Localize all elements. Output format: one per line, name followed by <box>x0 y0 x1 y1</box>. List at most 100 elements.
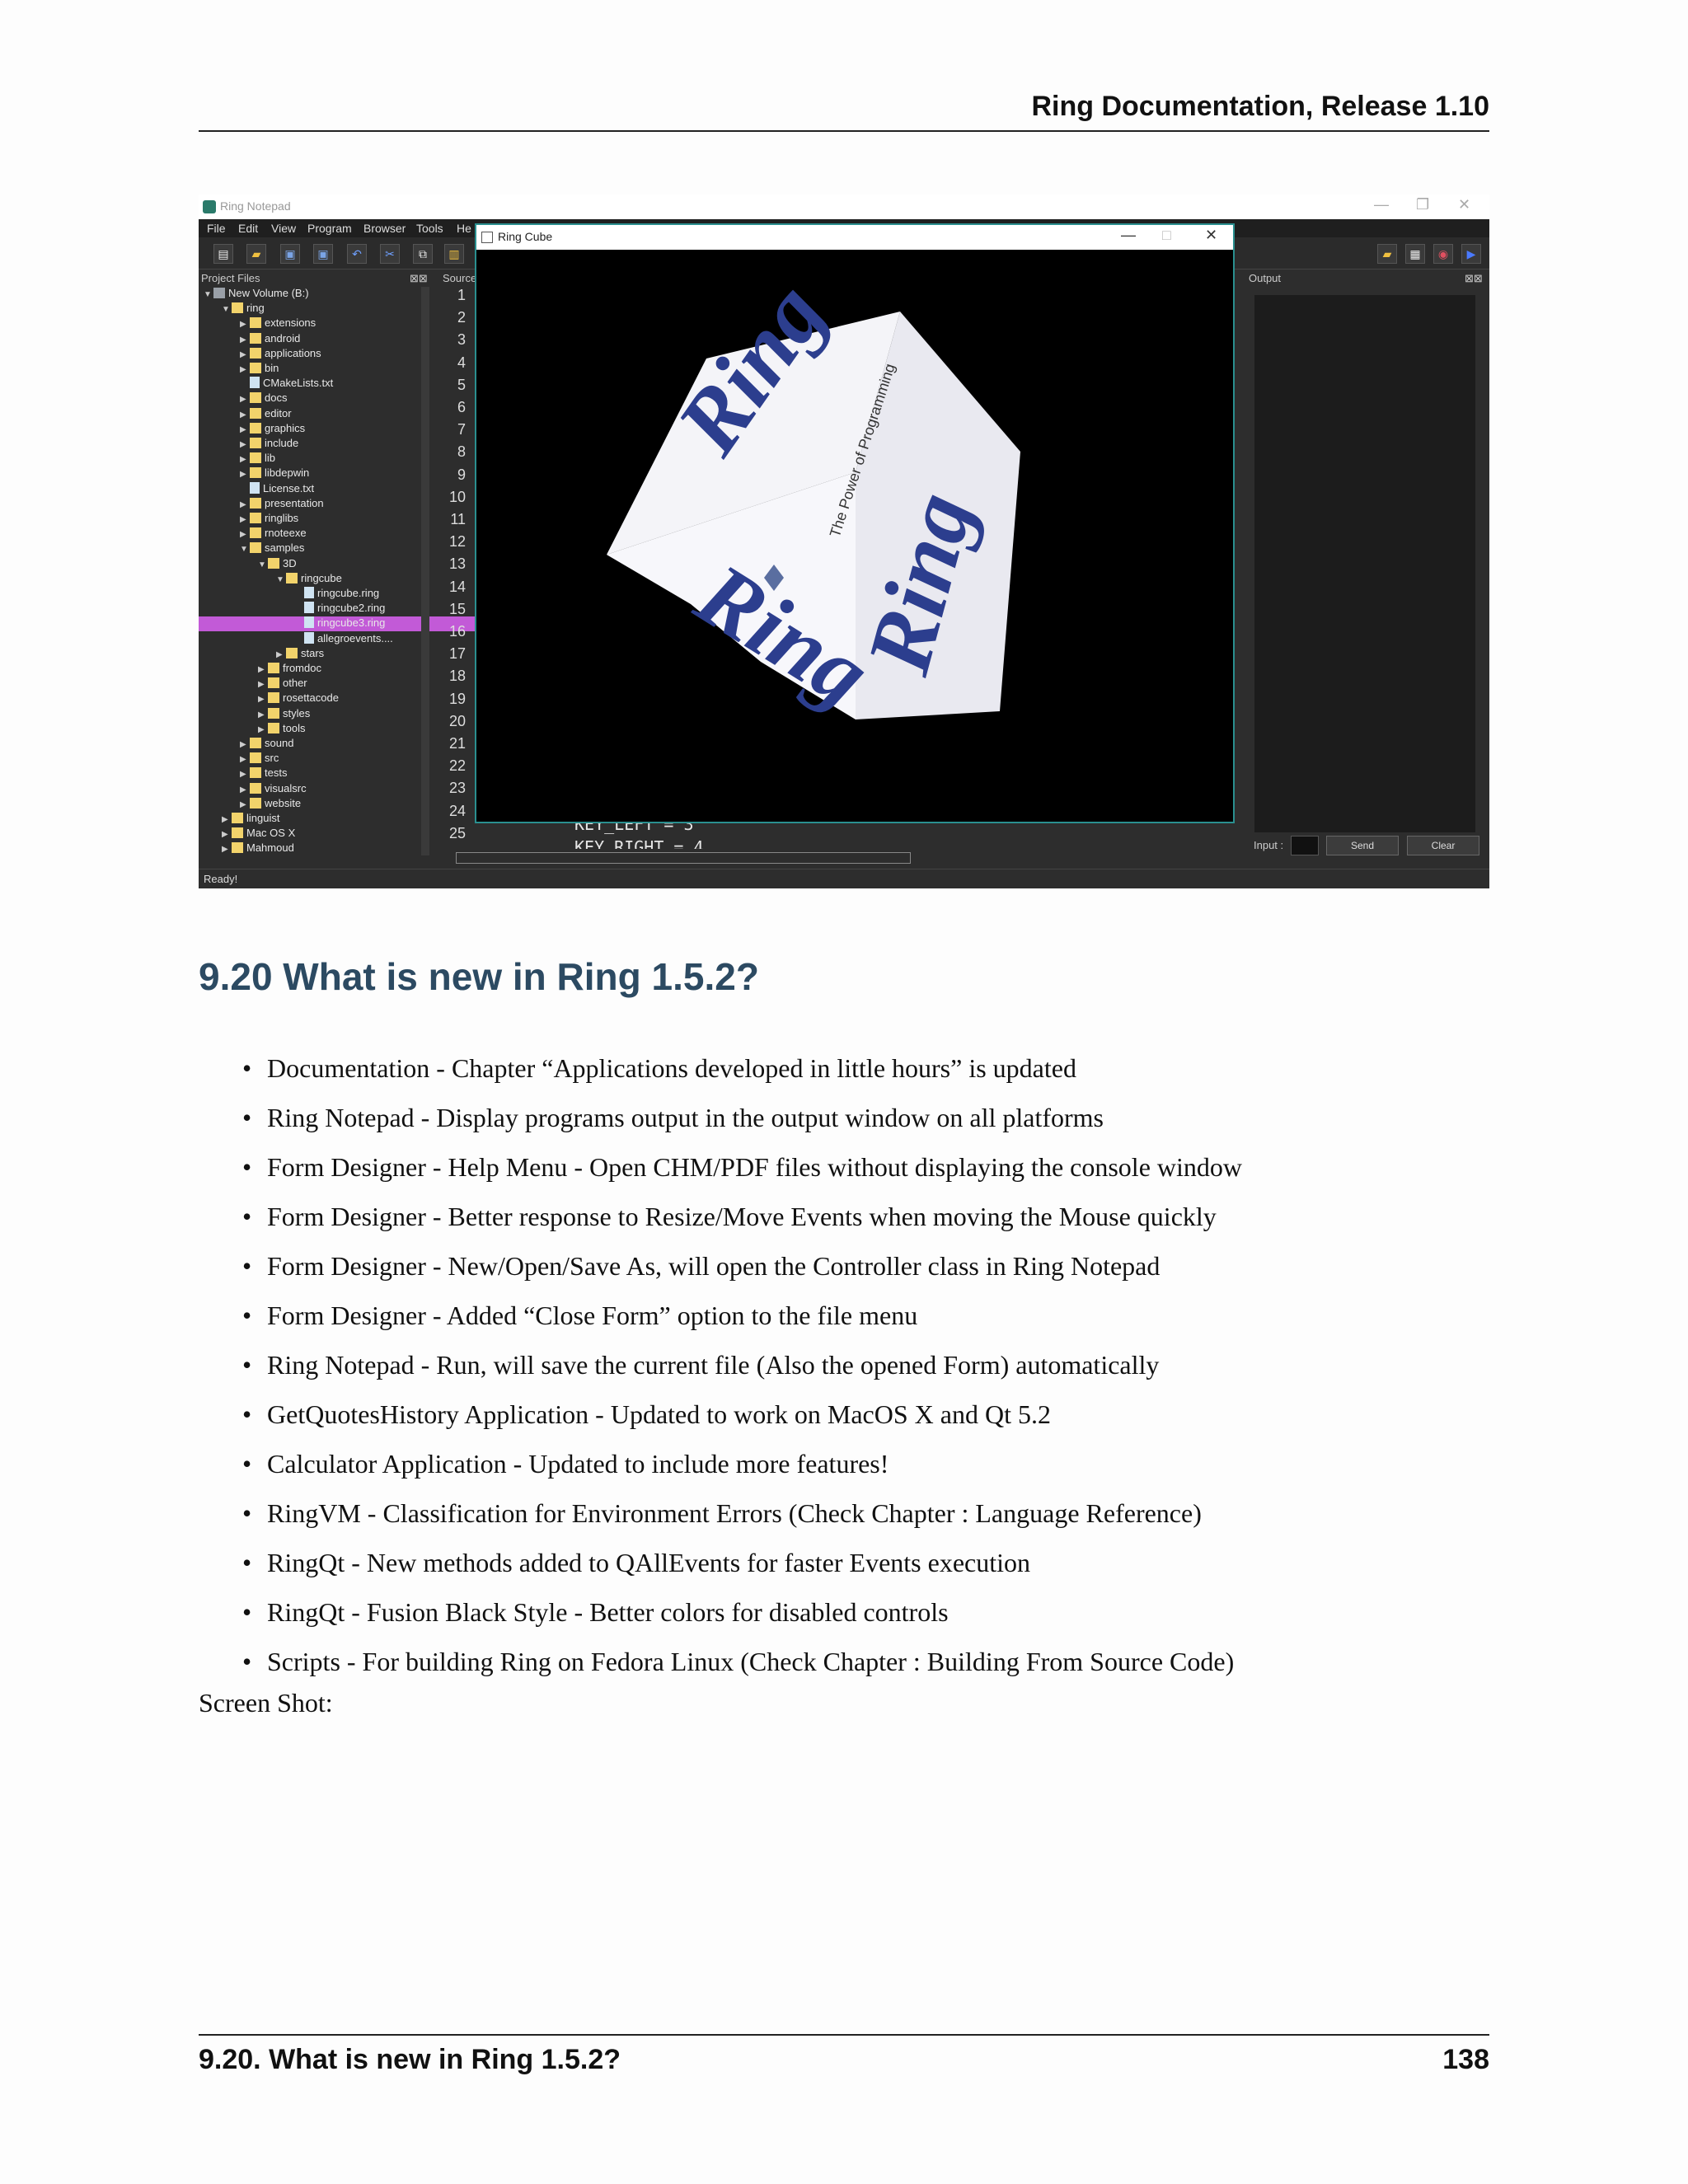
restore-icon[interactable]: ❐ <box>1416 196 1429 213</box>
tree-item[interactable]: ▶ editor <box>199 407 456 422</box>
collapsed-arrow-icon[interactable]: ▶ <box>222 815 232 824</box>
expanded-arrow-icon[interactable]: ▼ <box>240 545 250 554</box>
cube-maximize-icon[interactable]: □ <box>1162 227 1171 244</box>
menu-browser[interactable]: Browser <box>363 222 406 235</box>
tree-item[interactable]: ▶ applications <box>199 347 456 362</box>
collapsed-arrow-icon[interactable]: ▶ <box>258 710 268 719</box>
tree-item[interactable]: License.txt <box>199 481 456 497</box>
copy-icon[interactable]: ⧉ <box>413 244 433 264</box>
new-file-icon[interactable]: ▤ <box>213 244 233 264</box>
tree-item[interactable]: ▶ website <box>199 797 456 812</box>
tree-item[interactable]: ▶ graphics <box>199 422 456 437</box>
send-button[interactable]: Send <box>1326 836 1399 855</box>
collapsed-arrow-icon[interactable]: ▶ <box>240 740 250 749</box>
menu-file[interactable]: File <box>207 222 226 235</box>
collapsed-arrow-icon[interactable]: ▶ <box>240 530 250 539</box>
cube-close-icon[interactable]: ✕ <box>1205 227 1217 244</box>
tree-item[interactable]: ▶ visualsrc <box>199 782 456 797</box>
expanded-arrow-icon[interactable]: ▼ <box>276 575 286 584</box>
output-input-field[interactable] <box>1291 836 1319 855</box>
tree-item[interactable]: ▶ sound <box>199 737 456 752</box>
collapsed-arrow-icon[interactable]: ▶ <box>240 785 250 794</box>
collapsed-arrow-icon[interactable]: ▶ <box>240 365 250 374</box>
collapsed-arrow-icon[interactable]: ▶ <box>240 500 250 509</box>
menu-view[interactable]: View <box>271 222 296 235</box>
menu-program[interactable]: Program <box>307 222 352 235</box>
collapsed-arrow-icon[interactable]: ▶ <box>240 470 250 479</box>
collapsed-arrow-icon[interactable]: ▶ <box>240 395 250 404</box>
tree-item[interactable]: ▶ rnoteexe <box>199 527 456 541</box>
expanded-arrow-icon[interactable]: ▼ <box>204 290 213 299</box>
collapsed-arrow-icon[interactable]: ▶ <box>240 770 250 779</box>
tree-item[interactable]: ▶ libdepwin <box>199 466 456 481</box>
close-icon[interactable]: ✕ <box>1458 196 1470 213</box>
cube-minimize-icon[interactable]: — <box>1121 227 1136 244</box>
save-icon[interactable]: ▣ <box>280 244 300 264</box>
menu-help[interactable]: He <box>457 222 471 235</box>
cut-icon[interactable]: ✂ <box>380 244 400 264</box>
open-folder-icon-2[interactable]: ▰ <box>1377 244 1397 264</box>
open-folder-icon[interactable]: ▰ <box>246 244 266 264</box>
tree-item[interactable]: ▶ lib <box>199 452 456 466</box>
output-float-icon[interactable]: ⊠⊠ <box>1465 272 1483 285</box>
tree-item[interactable]: ▼ New Volume (B:) <box>199 287 420 302</box>
collapsed-arrow-icon[interactable]: ▶ <box>240 410 250 419</box>
expanded-arrow-icon[interactable]: ▼ <box>222 305 232 314</box>
expanded-arrow-icon[interactable]: ▼ <box>258 560 268 569</box>
collapsed-arrow-icon[interactable]: ▶ <box>258 695 268 704</box>
collapsed-arrow-icon[interactable]: ▶ <box>240 350 250 359</box>
tree-item[interactable]: ▶ other <box>199 677 474 691</box>
collapsed-arrow-icon[interactable]: ▶ <box>258 725 268 734</box>
tree-item[interactable]: ▶ extensions <box>199 316 456 331</box>
collapsed-arrow-icon[interactable]: ▶ <box>258 680 268 689</box>
code-line-25[interactable]: KEY_RIGHT = 4 <box>574 837 704 849</box>
tree-item[interactable]: ▶ docs <box>199 391 456 406</box>
collapsed-arrow-icon[interactable]: ▶ <box>240 425 250 434</box>
collapsed-arrow-icon[interactable]: ▶ <box>276 650 286 659</box>
tree-item[interactable]: ▶ presentation <box>199 497 456 512</box>
tree-item[interactable]: ▶ ringlibs <box>199 512 456 527</box>
tree-item[interactable]: ▶ linguist <box>199 812 438 827</box>
collapsed-arrow-icon[interactable]: ▶ <box>258 665 268 674</box>
paste-icon[interactable]: ▥ <box>444 244 464 264</box>
undo-icon[interactable]: ↶ <box>347 244 367 264</box>
editor-horizontal-scrollbar[interactable] <box>456 852 911 864</box>
tree-item[interactable]: ▶ android <box>199 332 456 347</box>
tree-item[interactable]: ▶ bin <box>199 362 456 377</box>
collapsed-arrow-icon[interactable]: ▶ <box>240 455 250 464</box>
tree-scrollbar[interactable] <box>421 287 429 855</box>
tree-item[interactable]: ▶ tests <box>199 766 456 781</box>
save-as-icon[interactable]: ▣ <box>313 244 333 264</box>
collapsed-arrow-icon[interactable]: ▶ <box>240 335 250 344</box>
tree-item[interactable]: ▶ src <box>199 752 456 766</box>
debug-icon[interactable]: ◉ <box>1433 244 1453 264</box>
collapsed-arrow-icon[interactable]: ▶ <box>240 755 250 764</box>
collapsed-arrow-icon[interactable]: ▶ <box>222 830 232 839</box>
menu-tools[interactable]: Tools <box>416 222 443 235</box>
collapsed-arrow-icon[interactable]: ▶ <box>240 515 250 524</box>
collapsed-arrow-icon[interactable]: ▶ <box>240 320 250 329</box>
tree-item[interactable]: ▶ Mac OS X <box>199 827 438 841</box>
form-designer-icon[interactable]: ▦ <box>1405 244 1425 264</box>
collapsed-arrow-icon[interactable]: ▶ <box>222 845 232 854</box>
tree-item[interactable]: ▼ samples <box>199 541 456 556</box>
run-icon[interactable]: ▶ <box>1461 244 1481 264</box>
tree-item[interactable]: CMakeLists.txt <box>199 377 456 391</box>
tree-item[interactable]: ▶ tools <box>199 722 474 737</box>
folder-icon <box>232 302 243 314</box>
cube-window-titlebar: Ring Cube — □ ✕ <box>476 225 1233 250</box>
tree-item[interactable]: ▶ Mahmoud <box>199 841 438 856</box>
collapsed-arrow-icon[interactable]: ▶ <box>240 800 250 809</box>
minimize-icon[interactable]: — <box>1374 196 1389 213</box>
tree-item[interactable]: ▶ styles <box>199 707 474 722</box>
tree-item[interactable]: ▼ 3D <box>199 557 474 572</box>
pane-float-icon[interactable]: ⊠⊠ <box>410 272 428 285</box>
list-item: Form Designer - Help Menu - Open CHM/PDF… <box>242 1142 1242 1192</box>
collapsed-arrow-icon[interactable]: ▶ <box>240 440 250 449</box>
clear-button[interactable]: Clear <box>1407 836 1479 855</box>
tree-item[interactable]: ▶ include <box>199 437 456 452</box>
tree-item[interactable]: ▼ ring <box>199 302 438 316</box>
tree-item[interactable]: ▶ fromdoc <box>199 662 474 677</box>
tree-item[interactable]: ▶ rosettacode <box>199 691 474 706</box>
menu-edit[interactable]: Edit <box>238 222 258 235</box>
